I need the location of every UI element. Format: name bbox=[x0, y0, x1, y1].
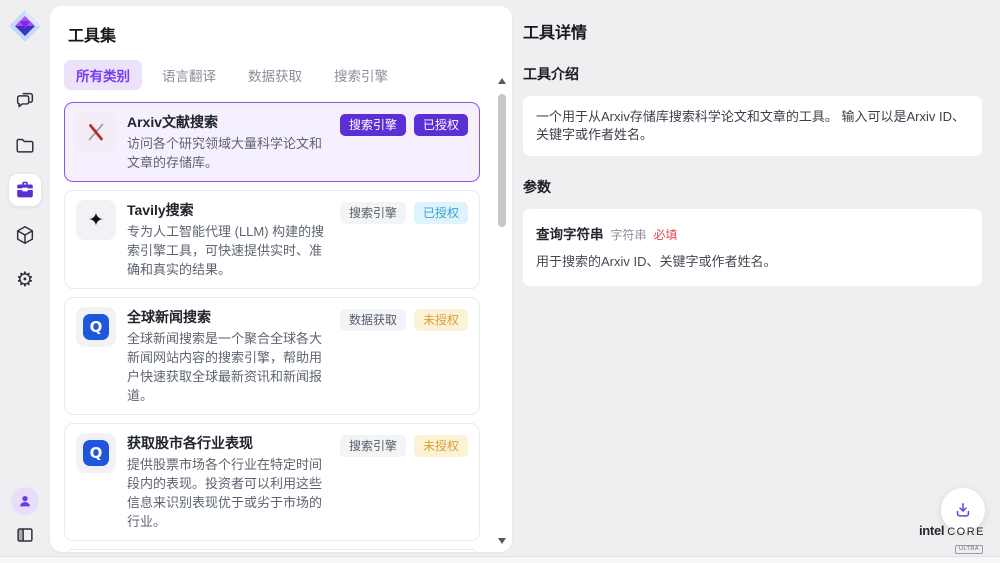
tool-category-badge: 搜索引擎 bbox=[340, 114, 406, 136]
detail-title: 工具详情 bbox=[523, 19, 982, 43]
ultra-badge: ULTRA bbox=[955, 545, 983, 555]
tool-icon: Q bbox=[76, 433, 116, 473]
tool-card[interactable]: ✦ Tavily搜索 专为人工智能代理 (LLM) 构建的搜索引擎工具，可快速提… bbox=[64, 190, 480, 289]
q-logo-icon: Q bbox=[83, 440, 109, 466]
chat-bubbles-icon bbox=[14, 89, 36, 111]
intro-text: 一个用于从Arxiv存储库搜索科学论文和文章的工具。 输入可以是Arxiv ID… bbox=[523, 96, 982, 156]
avatar bbox=[11, 487, 39, 515]
sidebar-item-panel-toggle[interactable] bbox=[9, 519, 41, 551]
sidebar-item-tools[interactable] bbox=[9, 174, 41, 206]
q-logo-icon: Q bbox=[83, 314, 109, 340]
tool-badges: 搜索引擎 未授权 bbox=[340, 433, 468, 531]
intel-brand-text: intel bbox=[919, 524, 944, 537]
tool-icon: ✦ bbox=[76, 200, 116, 240]
tool-name: 获取股市各行业表现 bbox=[127, 433, 329, 453]
tool-category-badge: 搜索引擎 bbox=[340, 202, 406, 224]
category-tab-3[interactable]: 搜索引擎 bbox=[322, 60, 400, 90]
tool-auth-badge: 未授权 bbox=[414, 309, 468, 331]
tool-icon bbox=[76, 112, 116, 152]
tool-name: Arxiv文献搜索 bbox=[127, 112, 329, 132]
tool-badges: 搜索引擎 已授权 bbox=[340, 112, 468, 172]
scrollbar-thumb[interactable] bbox=[498, 94, 506, 227]
tool-name: 全球新闻搜索 bbox=[127, 307, 329, 327]
tool-description: 访问各个研究领域大量科学论文和文章的存储库。 bbox=[127, 134, 329, 172]
param-description: 用于搜索的Arxiv ID、关键字或作者姓名。 bbox=[536, 251, 969, 270]
sidebar-nav: ⚙ bbox=[9, 84, 41, 296]
tool-card[interactable]: Arxiv文献搜索 访问各个研究领域大量科学论文和文章的存储库。 搜索引擎 已授… bbox=[64, 102, 480, 182]
category-tab-2[interactable]: 数据获取 bbox=[236, 60, 314, 90]
tool-card[interactable]: Q 获取股市各行业表现 提供股票市场各个行业在特定时间段内的表现。投资者可以利用… bbox=[64, 423, 480, 541]
params-heading: 参数 bbox=[523, 177, 982, 197]
tool-card[interactable]: Q 获取市场最活跃股票信息 提供当天交易量最高的股票列表，投资者可以利用这些信息… bbox=[64, 549, 480, 552]
download-icon bbox=[953, 500, 973, 520]
tool-category-badge: 数据获取 bbox=[340, 309, 406, 331]
category-tabs: 所有类别语言翻译数据获取搜索引擎 bbox=[64, 60, 494, 90]
sidebar-item-files[interactable] bbox=[9, 129, 41, 161]
folder-icon bbox=[14, 134, 36, 156]
toolbox-icon bbox=[14, 179, 36, 201]
sidebar-item-models[interactable] bbox=[9, 219, 41, 251]
sparkle-icon: ✦ bbox=[88, 211, 104, 230]
tool-auth-badge: 未授权 bbox=[414, 435, 468, 457]
arxiv-x-icon bbox=[84, 120, 108, 144]
sidebar-item-chat[interactable] bbox=[9, 84, 41, 116]
tool-badges: 数据获取 未授权 bbox=[340, 307, 468, 405]
tools-panel: 工具集 所有类别语言翻译数据获取搜索引擎 Arxiv文献搜索 访问各个研究领域大… bbox=[50, 6, 512, 552]
param-type: 字符串 bbox=[611, 226, 647, 243]
param-card: 查询字符串 字符串 必填 用于搜索的Arxiv ID、关键字或作者姓名。 bbox=[523, 209, 982, 286]
page-title: 工具集 bbox=[64, 22, 494, 46]
cube-icon bbox=[14, 224, 36, 246]
tool-list: Arxiv文献搜索 访问各个研究领域大量科学论文和文章的存储库。 搜索引擎 已授… bbox=[64, 102, 494, 552]
tool-description: 全球新闻搜索是一个聚合全球各大新闻网站内容的搜索引擎，帮助用户快速获取全球最新资… bbox=[127, 329, 329, 405]
sidebar-item-account[interactable] bbox=[9, 485, 41, 517]
gear-icon: ⚙ bbox=[16, 270, 34, 290]
tool-category-badge: 搜索引擎 bbox=[340, 435, 406, 457]
param-required-badge: 必填 bbox=[654, 226, 678, 243]
tool-detail-panel: 工具详情 工具介绍 一个用于从Arxiv存储库搜索科学论文和文章的工具。 输入可… bbox=[512, 0, 1000, 563]
tool-auth-badge: 已授权 bbox=[414, 202, 468, 224]
tool-auth-badge: 已授权 bbox=[414, 114, 468, 136]
tool-description: 专为人工智能代理 (LLM) 构建的搜索引擎工具，可快速提供实时、准确和真实的结… bbox=[127, 222, 329, 279]
tool-icon: Q bbox=[76, 307, 116, 347]
panel-layout-icon bbox=[14, 524, 36, 546]
intel-core-logo: intel CORE ULTRA bbox=[914, 524, 990, 555]
tool-name: Tavily搜索 bbox=[127, 200, 329, 220]
core-brand-text: CORE bbox=[947, 527, 985, 538]
param-name: 查询字符串 bbox=[536, 223, 604, 243]
category-tab-0[interactable]: 所有类别 bbox=[64, 60, 142, 90]
tool-description: 提供股票市场各个行业在特定时间段内的表现。投资者可以利用这些信息来识别表现优于或… bbox=[127, 455, 329, 531]
bottom-edge-strip bbox=[0, 556, 1000, 563]
scroll-down-arrow-icon[interactable] bbox=[498, 538, 506, 544]
tool-card[interactable]: Q 全球新闻搜索 全球新闻搜索是一个聚合全球各大新闻网站内容的搜索引擎，帮助用户… bbox=[64, 297, 480, 415]
left-sidebar: ⚙ bbox=[0, 0, 50, 563]
scroll-up-arrow-icon[interactable] bbox=[498, 78, 506, 84]
scrollbar[interactable] bbox=[497, 78, 507, 544]
tool-badges: 搜索引擎 已授权 bbox=[340, 200, 468, 279]
sidebar-item-settings[interactable]: ⚙ bbox=[9, 264, 41, 296]
intro-heading: 工具介绍 bbox=[523, 64, 982, 84]
app-logo-icon bbox=[7, 8, 43, 44]
category-tab-1[interactable]: 语言翻译 bbox=[150, 60, 228, 90]
